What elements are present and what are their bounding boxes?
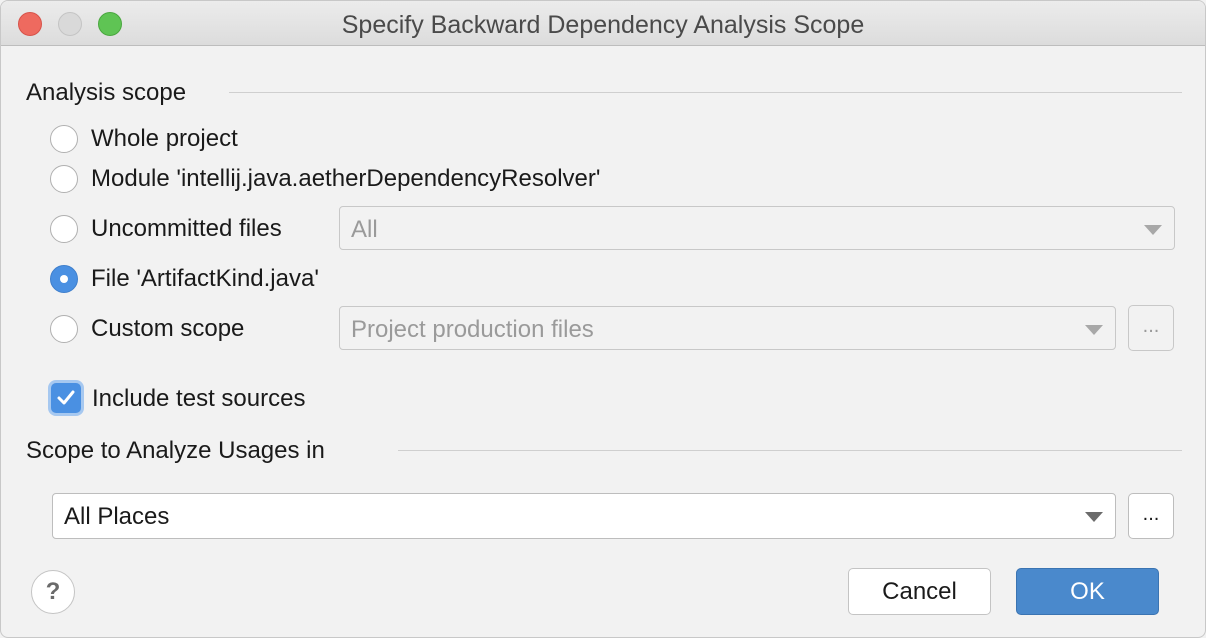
module-radio[interactable] bbox=[50, 165, 78, 193]
uncommitted-files-combo[interactable]: All bbox=[339, 206, 1175, 250]
uncommitted-files-combo-value: All bbox=[351, 216, 378, 243]
uncommitted-files-radio[interactable] bbox=[50, 215, 78, 243]
title-bar: Specify Backward Dependency Analysis Sco… bbox=[1, 1, 1205, 46]
checkmark-icon bbox=[57, 390, 75, 405]
usages-scope-combo-value: All Places bbox=[64, 503, 170, 530]
cancel-button[interactable]: Cancel bbox=[848, 568, 991, 615]
include-test-sources-label[interactable]: Include test sources bbox=[92, 385, 305, 413]
usages-scope-browse-button[interactable]: ... bbox=[1128, 493, 1174, 539]
custom-scope-browse-button[interactable]: ... bbox=[1128, 305, 1174, 351]
custom-scope-radio[interactable] bbox=[50, 315, 78, 343]
custom-scope-label[interactable]: Custom scope bbox=[91, 315, 244, 343]
usages-scope-separator bbox=[398, 450, 1182, 451]
whole-project-radio[interactable] bbox=[50, 125, 78, 153]
chevron-down-icon bbox=[1085, 512, 1103, 522]
analysis-scope-separator bbox=[229, 92, 1182, 93]
uncommitted-files-label[interactable]: Uncommitted files bbox=[91, 215, 282, 243]
ok-button[interactable]: OK bbox=[1016, 568, 1159, 615]
dialog-title: Specify Backward Dependency Analysis Sco… bbox=[341, 11, 865, 39]
chevron-down-icon bbox=[1085, 325, 1103, 335]
file-radio[interactable] bbox=[50, 265, 78, 293]
analysis-scope-heading: Analysis scope bbox=[26, 79, 187, 106]
usages-scope-combo[interactable]: All Places bbox=[52, 493, 1116, 539]
custom-scope-combo[interactable]: Project production files bbox=[339, 306, 1116, 350]
module-label[interactable]: Module 'intellij.java.aetherDependencyRe… bbox=[91, 165, 600, 193]
custom-scope-combo-value: Project production files bbox=[351, 316, 594, 343]
dialog-window: Specify Backward Dependency Analysis Sco… bbox=[0, 0, 1206, 638]
include-test-sources-checkbox[interactable] bbox=[51, 383, 81, 413]
whole-project-label[interactable]: Whole project bbox=[91, 125, 238, 153]
usages-scope-heading: Scope to Analyze Usages in bbox=[26, 437, 325, 464]
file-label[interactable]: File 'ArtifactKind.java' bbox=[91, 265, 319, 293]
help-button[interactable]: ? bbox=[31, 570, 75, 614]
chevron-down-icon bbox=[1144, 225, 1162, 235]
